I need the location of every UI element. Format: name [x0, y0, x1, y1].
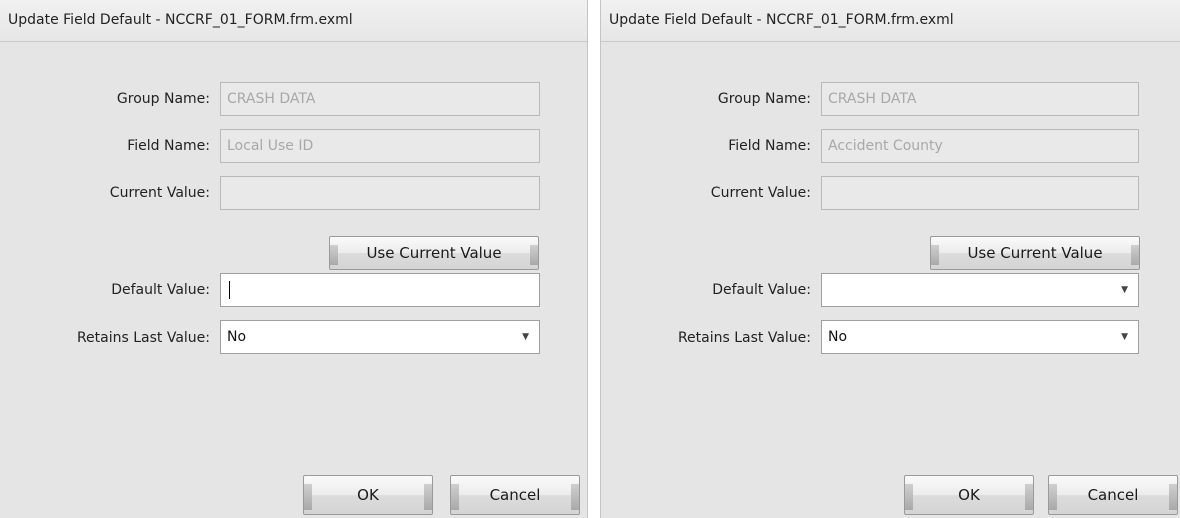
update-field-default-dialog-left: Update Field Default - NCCRF_01_FORM.frm… — [0, 0, 588, 518]
field-name-label: Field Name: — [728, 138, 811, 154]
retains-last-value-selected: No — [828, 329, 848, 345]
current-value-field — [821, 176, 1139, 210]
update-field-default-dialog-right: Update Field Default - NCCRF_01_FORM.frm… — [600, 0, 1180, 518]
use-current-value-button[interactable]: Use Current Value — [930, 236, 1140, 270]
default-value-select[interactable]: ▼ — [821, 273, 1139, 307]
chevron-down-icon: ▼ — [1121, 332, 1128, 342]
group-name-field: CRASH DATA — [220, 82, 540, 116]
text-caret — [229, 281, 230, 299]
group-name-field: CRASH DATA — [821, 82, 1139, 116]
retains-last-value-label: Retains Last Value: — [76, 330, 210, 346]
group-name-label: Group Name: — [717, 91, 811, 107]
field-name-field: Local Use ID — [220, 129, 540, 163]
ok-button[interactable]: OK — [904, 475, 1034, 515]
use-current-value-button[interactable]: Use Current Value — [329, 236, 539, 270]
current-value-field — [220, 176, 540, 210]
retains-last-value-label: Retains Last Value: — [677, 330, 811, 346]
chevron-down-icon: ▼ — [522, 332, 529, 342]
default-value-input[interactable] — [220, 273, 540, 307]
chevron-down-icon: ▼ — [1121, 285, 1128, 295]
current-value-label: Current Value: — [710, 185, 811, 201]
retains-last-value-select[interactable]: No ▼ — [821, 320, 1139, 354]
default-value-label: Default Value: — [712, 282, 811, 298]
retains-last-value-selected: No — [227, 329, 247, 345]
dialog-title: Update Field Default - NCCRF_01_FORM.frm… — [601, 0, 1180, 42]
retains-last-value-select[interactable]: No ▼ — [220, 320, 540, 354]
cancel-button[interactable]: Cancel — [1048, 475, 1178, 515]
field-name-field: Accident County — [821, 129, 1139, 163]
group-name-label: Group Name: — [116, 91, 210, 107]
cancel-button[interactable]: Cancel — [450, 475, 580, 515]
default-value-label: Default Value: — [111, 282, 210, 298]
current-value-label: Current Value: — [109, 185, 210, 201]
field-name-label: Field Name: — [127, 138, 210, 154]
dialog-title: Update Field Default - NCCRF_01_FORM.frm… — [0, 0, 587, 42]
ok-button[interactable]: OK — [303, 475, 433, 515]
